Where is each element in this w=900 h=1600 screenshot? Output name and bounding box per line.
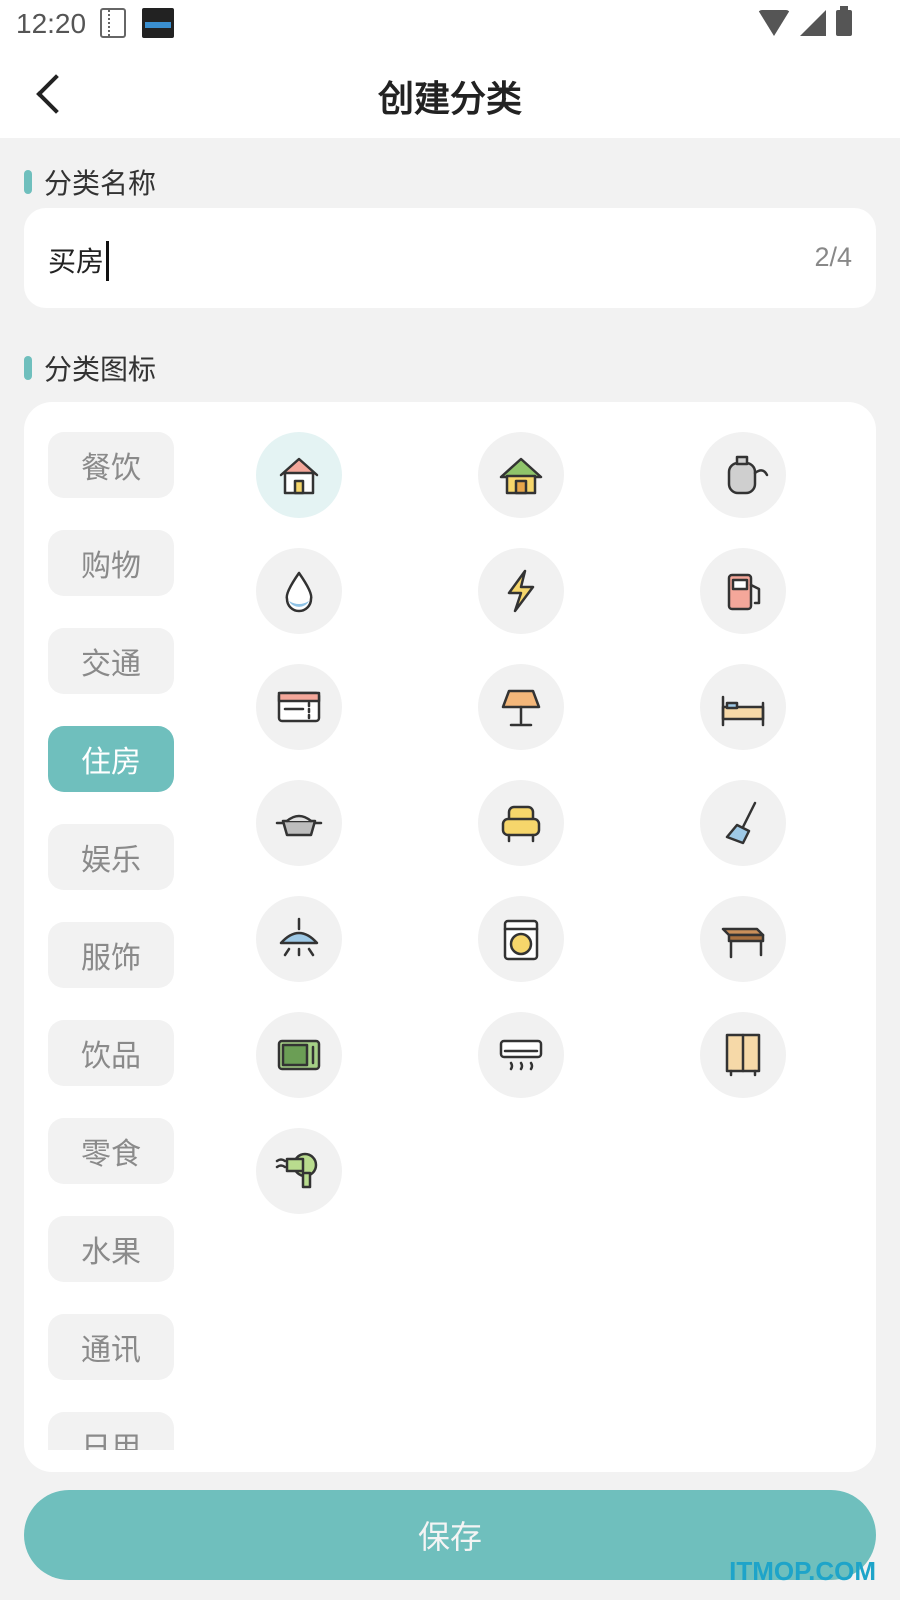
hair-dryer-icon-glyph: [275, 1152, 318, 1189]
category-name-input[interactable]: 买房: [48, 245, 104, 278]
category-tab[interactable]: 水果: [48, 1216, 174, 1282]
washing-machine-icon[interactable]: [478, 896, 564, 982]
ticket-icon-glyph: [277, 691, 321, 723]
washing-machine-icon-glyph: [503, 919, 539, 961]
status-bar: 12:20: [0, 0, 900, 50]
wifi-icon: [758, 10, 790, 36]
ceiling-lamp-icon[interactable]: [256, 896, 342, 982]
house-icon-glyph: [279, 457, 319, 495]
text-caret: [106, 241, 110, 281]
table-icon-glyph: [721, 927, 765, 959]
category-tab[interactable]: 购物: [48, 530, 174, 596]
icon-section-label: 分类图标: [24, 348, 156, 388]
armchair-icon[interactable]: [478, 780, 564, 866]
house-icon[interactable]: [256, 432, 342, 518]
bed-icon[interactable]: [700, 664, 786, 750]
broom-icon-glyph: [725, 801, 757, 845]
category-tab[interactable]: 日用: [48, 1412, 174, 1450]
category-tab[interactable]: 住房: [48, 726, 174, 792]
cabinet-icon[interactable]: [700, 1012, 786, 1098]
calendar-notification-icon: [142, 8, 174, 38]
green-roof-house-icon-glyph: [499, 457, 543, 495]
air-conditioner-icon-glyph: [499, 1039, 543, 1071]
status-time: 12:20: [16, 8, 87, 39]
air-conditioner-icon[interactable]: [478, 1012, 564, 1098]
category-tab[interactable]: 娱乐: [48, 824, 174, 890]
battery-icon: [836, 6, 852, 36]
gas-pump-icon-glyph: [727, 573, 761, 611]
page-title: 创建分类: [377, 79, 522, 120]
broom-icon[interactable]: [700, 780, 786, 866]
signal-icon: [800, 10, 826, 36]
section-marker: [24, 356, 32, 380]
cabinet-icon-glyph: [725, 1033, 761, 1077]
ceiling-lamp-icon-glyph: [279, 917, 319, 957]
category-tab[interactable]: 通讯: [48, 1314, 174, 1380]
ticket-icon[interactable]: [256, 664, 342, 750]
bed-icon-glyph: [721, 695, 765, 727]
category-tab-list[interactable]: 餐饮购物交通住房娱乐服饰饮品零食水果通讯日用: [48, 432, 174, 1450]
section-marker: [24, 170, 32, 194]
app-header: 创建分类: [0, 50, 900, 138]
table-icon[interactable]: [700, 896, 786, 982]
armchair-icon-glyph: [501, 805, 541, 843]
hair-dryer-icon[interactable]: [256, 1128, 342, 1214]
pot-icon-glyph: [275, 814, 323, 837]
icon-section-title: 分类图标: [44, 353, 157, 386]
name-section-title: 分类名称: [44, 167, 157, 200]
category-tab[interactable]: 零食: [48, 1118, 174, 1184]
table-lamp-icon[interactable]: [478, 664, 564, 750]
category-tab[interactable]: 服饰: [48, 922, 174, 988]
lightning-icon-glyph: [507, 569, 535, 613]
water-drop-icon[interactable]: [256, 548, 342, 634]
green-roof-house-icon[interactable]: [478, 432, 564, 518]
pot-icon[interactable]: [256, 780, 342, 866]
category-tab[interactable]: 饮品: [48, 1020, 174, 1086]
microwave-icon[interactable]: [256, 1012, 342, 1098]
table-lamp-icon-glyph: [501, 689, 541, 727]
water-drop-icon-glyph: [285, 571, 313, 613]
category-tab[interactable]: 交通: [48, 628, 174, 694]
microwave-icon-glyph: [277, 1039, 321, 1071]
gas-tank-icon[interactable]: [700, 432, 786, 518]
gas-tank-icon-glyph: [727, 455, 769, 495]
char-counter: 2/4: [814, 242, 852, 272]
gas-pump-icon[interactable]: [700, 548, 786, 634]
lightning-icon[interactable]: [478, 548, 564, 634]
name-section-label: 分类名称: [24, 162, 156, 202]
notebook-notification-icon: [100, 8, 126, 38]
icon-picker-card: 餐饮购物交通住房娱乐服饰饮品零食水果通讯日用: [24, 402, 876, 1472]
category-name-field[interactable]: 买房 2/4: [24, 208, 876, 308]
category-tab[interactable]: 餐饮: [48, 432, 174, 498]
watermark: ITMOP.COM: [729, 1556, 876, 1586]
